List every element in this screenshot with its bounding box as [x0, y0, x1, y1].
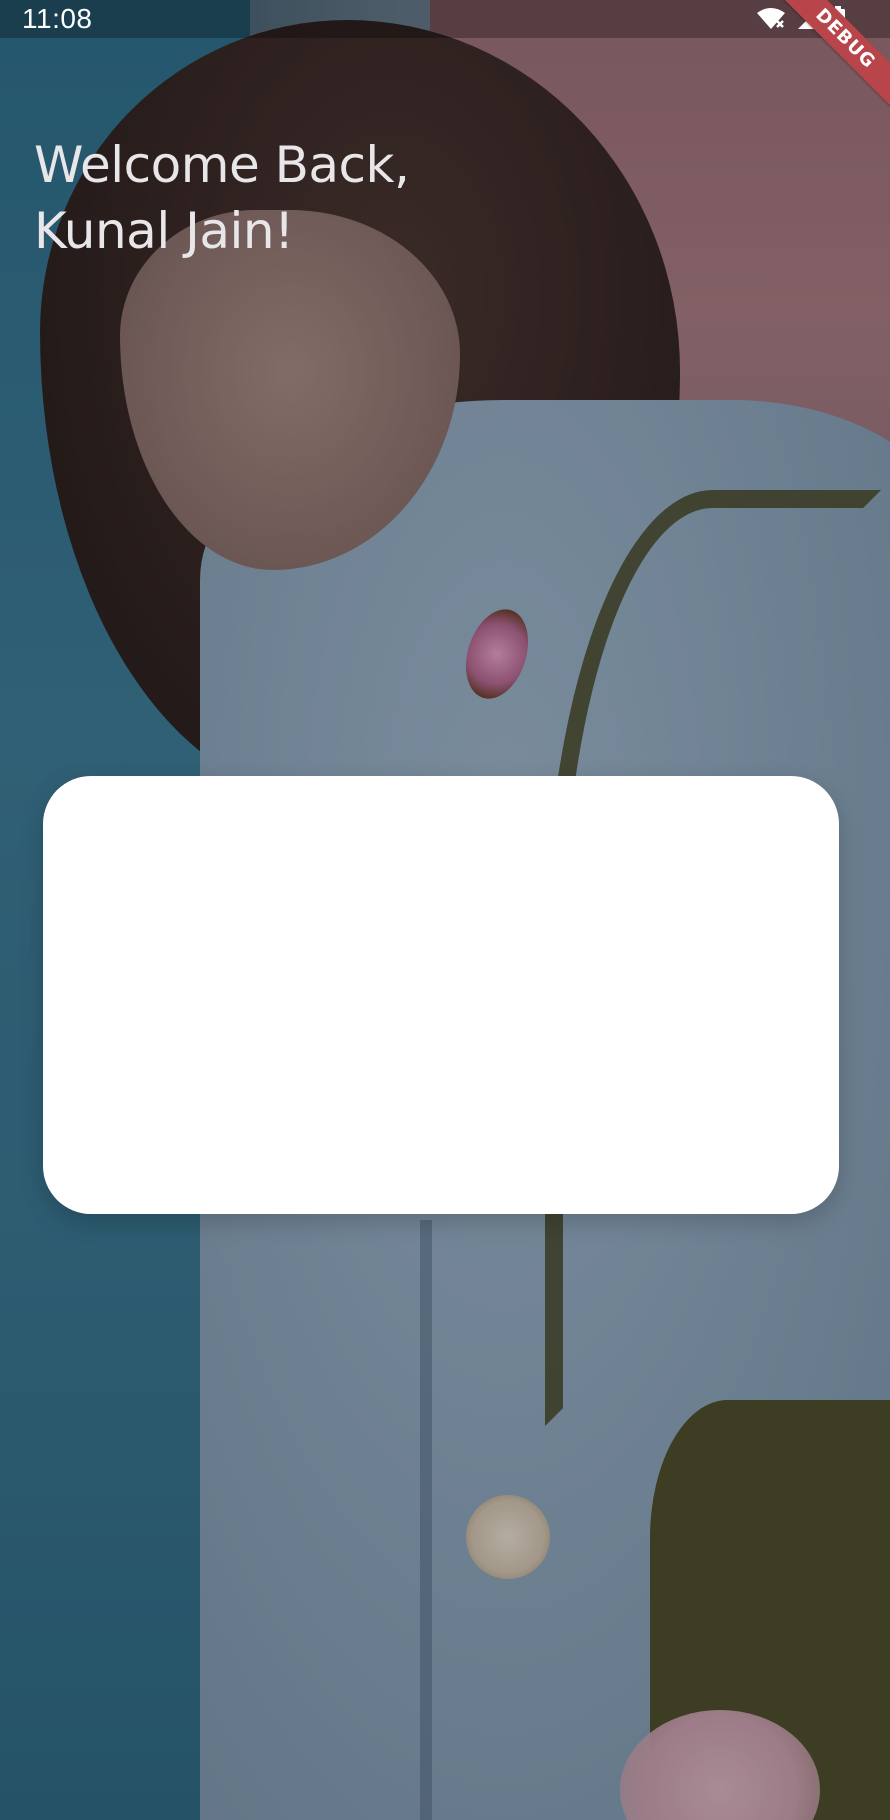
welcome-heading: Welcome Back, Kunal Jain! [34, 132, 410, 264]
app-screen: 11:08 DEBUG Welcome Back, Kunal Jain! [0, 0, 890, 1820]
status-bar: 11:08 [0, 0, 890, 38]
wifi-off-icon [756, 7, 786, 31]
status-time: 11:08 [22, 3, 93, 34]
welcome-line-greeting: Welcome Back, [34, 136, 410, 194]
login-card [43, 776, 839, 1214]
welcome-line-name: Kunal Jain! [34, 202, 294, 260]
